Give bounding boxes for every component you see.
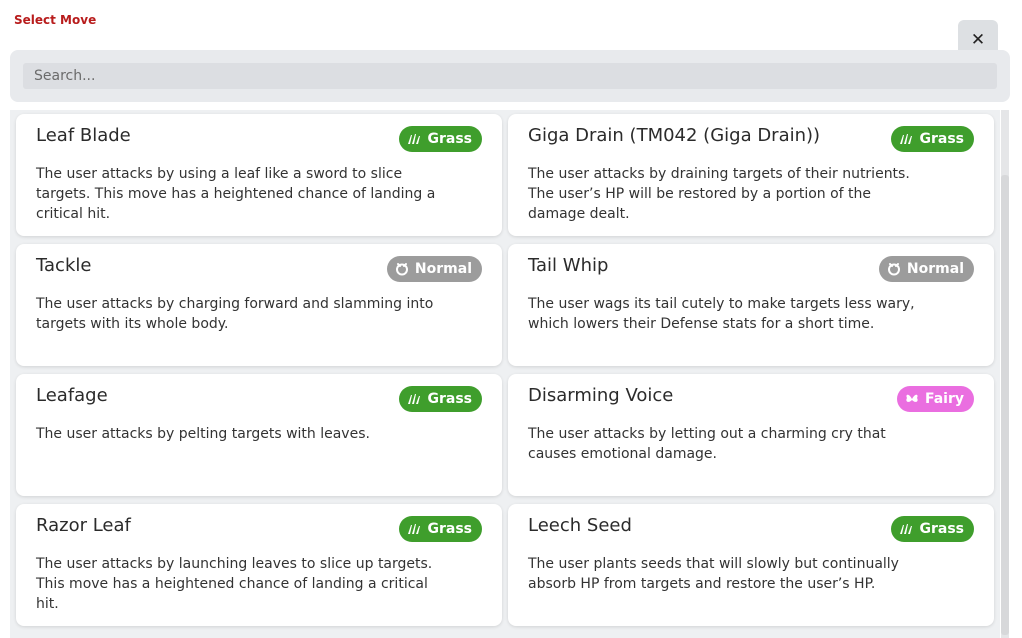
move-name: Giga Drain (TM042 (Giga Drain)) xyxy=(528,125,821,146)
type-label: Grass xyxy=(427,131,472,147)
type-badge: Normal xyxy=(386,256,482,282)
close-icon: ✕ xyxy=(970,29,986,50)
type-badge: Fairy xyxy=(896,386,974,412)
normal-icon xyxy=(887,262,901,276)
move-name: Tail Whip xyxy=(528,255,609,276)
move-card-tail-whip[interactable]: Tail Whip Normal The user wags its tail cu… xyxy=(508,244,994,366)
type-label: Grass xyxy=(427,391,472,407)
normal-icon xyxy=(395,262,409,276)
type-badge: Grass xyxy=(399,516,482,542)
move-name: Leaf Blade xyxy=(36,125,131,146)
select-move-dialog: Select Move ✕ Leaf Blade Grass The user at… xyxy=(0,0,1022,638)
fairy-icon xyxy=(905,393,919,405)
type-badge: Grass xyxy=(891,126,974,152)
type-label: Grass xyxy=(919,131,964,147)
type-label: Fairy xyxy=(924,391,964,407)
type-label: Grass xyxy=(427,521,472,537)
move-name: Disarming Voice xyxy=(528,385,674,406)
scrollbar-thumb[interactable] xyxy=(1001,175,1009,635)
move-card-tackle[interactable]: Tackle Normal The user attacks by charging… xyxy=(16,244,502,366)
move-card-disarming-voice[interactable]: Disarming Voice Fairy The user attacks by … xyxy=(508,374,994,496)
move-list[interactable]: Leaf Blade Grass The user attacks by using… xyxy=(10,110,1000,638)
move-description: The user attacks by charging forward and… xyxy=(36,296,434,332)
move-description: The user attacks by letting out a charmi… xyxy=(528,426,886,462)
move-description: The user plants seeds that will slowly b… xyxy=(528,556,899,592)
type-badge: Grass xyxy=(399,386,482,412)
move-description: The user attacks by pelting targets with… xyxy=(36,426,370,442)
grass-icon xyxy=(899,523,913,535)
type-label: Grass xyxy=(919,521,964,537)
move-card-giga-drain-tm042-giga-drain[interactable]: Giga Drain (TM042 (Giga Drain)) Grass The … xyxy=(508,114,994,236)
grass-icon xyxy=(407,393,421,405)
move-name: Leafage xyxy=(36,385,108,406)
move-card-leafage[interactable]: Leafage Grass The user attacks by pelting … xyxy=(16,374,502,496)
search-input[interactable] xyxy=(23,63,997,89)
move-description: The user attacks by using a leaf like a … xyxy=(36,166,436,222)
type-badge: Grass xyxy=(399,126,482,152)
move-card-leech-seed[interactable]: Leech Seed Grass The user plants seeds tha… xyxy=(508,504,994,626)
search-bar xyxy=(10,50,1010,102)
type-label: Normal xyxy=(906,261,964,277)
type-label: Normal xyxy=(414,261,472,277)
move-name: Tackle xyxy=(36,255,92,276)
grass-icon xyxy=(407,133,421,145)
dialog-title: Select Move xyxy=(14,13,97,27)
type-badge: Normal xyxy=(878,256,974,282)
move-description: The user attacks by draining targets of … xyxy=(528,166,910,222)
move-card-leaf-blade[interactable]: Leaf Blade Grass The user attacks by using… xyxy=(16,114,502,236)
move-description: The user attacks by launching leaves to … xyxy=(36,556,433,612)
grass-icon xyxy=(899,133,913,145)
move-description: The user wags its tail cutely to make ta… xyxy=(528,296,915,332)
move-card-razor-leaf[interactable]: Razor Leaf Grass The user attacks by launc… xyxy=(16,504,502,626)
move-grid: Leaf Blade Grass The user attacks by using… xyxy=(16,114,994,626)
move-list-scrollbar[interactable] xyxy=(1001,110,1009,638)
grass-icon xyxy=(407,523,421,535)
type-badge: Grass xyxy=(891,516,974,542)
move-name: Leech Seed xyxy=(528,515,632,536)
move-name: Razor Leaf xyxy=(36,515,131,536)
